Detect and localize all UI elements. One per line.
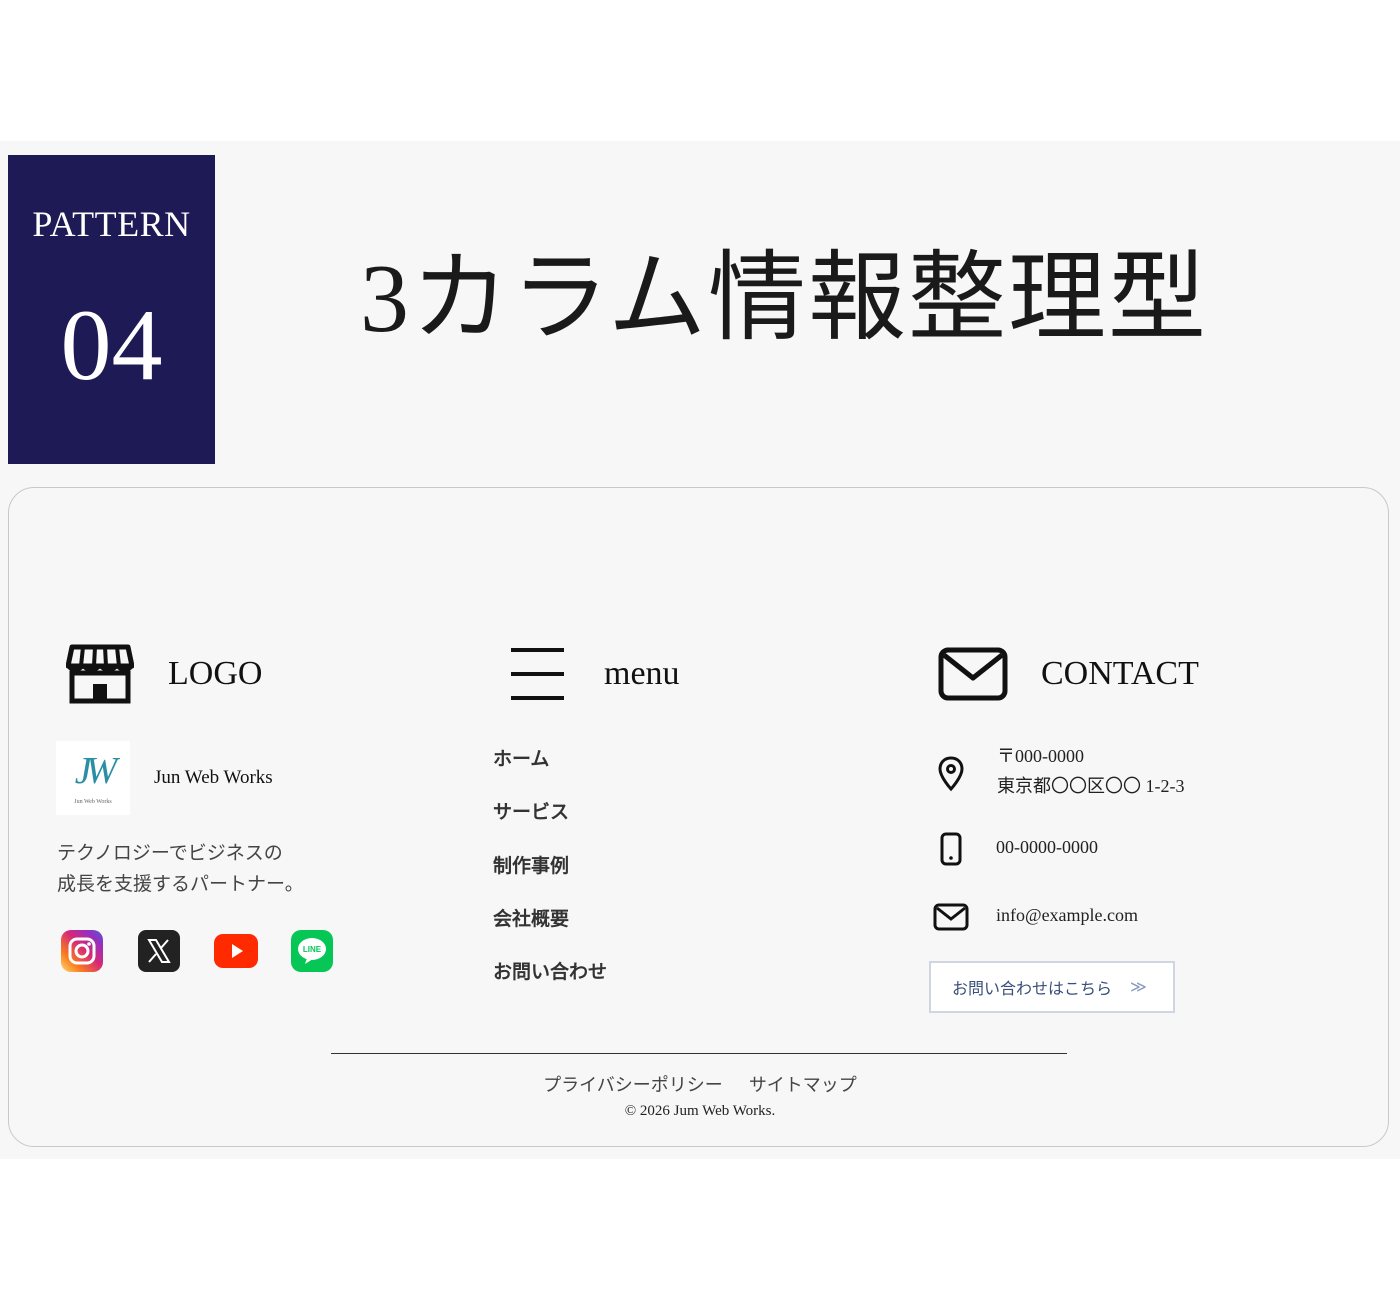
phone-row: 00-0000-0000 <box>940 832 1098 866</box>
menu-item-contact[interactable]: お問い合わせ <box>493 957 607 984</box>
contact-cta-button[interactable]: お問い合わせはこちら ≫ <box>929 961 1175 1013</box>
street-address: 東京都〇〇区〇〇 1-2-3 <box>997 776 1185 796</box>
email-row: info@example.com <box>933 903 1138 931</box>
brand-logo-monogram: JW <box>74 750 118 792</box>
menu-item-home[interactable]: ホーム <box>493 744 549 771</box>
footer-card <box>8 487 1389 1147</box>
tagline-line: テクノロジーでビジネスの <box>57 843 283 864</box>
footer-divider <box>331 1053 1067 1054</box>
pattern-label: PATTERN <box>32 204 191 244</box>
youtube-icon[interactable] <box>214 934 258 968</box>
menu-column-heading: menu <box>510 646 680 702</box>
menu-item-service[interactable]: サービス <box>493 797 569 824</box>
menu-heading: menu <box>604 655 680 692</box>
mail-icon <box>938 647 1008 701</box>
logo-column-heading: LOGO <box>66 644 262 704</box>
tagline: テクノロジーでビジネスの 成長を支援するパートナー。 <box>57 838 357 900</box>
email-icon <box>933 903 969 931</box>
line-icon-text: LINE <box>303 945 322 954</box>
double-chevron-right-icon: ≫ <box>1130 979 1147 996</box>
phone-icon <box>940 832 962 866</box>
postal-code: 〒000-0000 <box>997 746 1084 766</box>
brand: JW Jun Web Works Jun Web Works <box>56 741 273 815</box>
email-address[interactable]: info@example.com <box>996 900 1138 930</box>
contact-heading: CONTACT <box>1041 655 1199 692</box>
brand-logo-caption: Jun Web Works <box>74 799 112 805</box>
address-text: 〒000-0000 東京都〇〇区〇〇 1-2-3 <box>997 741 1185 801</box>
address-row: 〒000-0000 東京都〇〇区〇〇 1-2-3 <box>937 746 1185 801</box>
pattern-badge: PATTERN 04 <box>8 155 215 464</box>
cta-label: お問い合わせはこちら <box>952 981 1113 998</box>
contact-column-heading: CONTACT <box>938 646 1199 702</box>
sitemap-link[interactable]: サイトマップ <box>749 1075 857 1095</box>
brand-logo[interactable]: JW Jun Web Works <box>56 741 130 815</box>
menu-item-company[interactable]: 会社概要 <box>493 904 569 931</box>
line-icon[interactable]: LINE <box>291 930 333 972</box>
page-title: 3カラム情報整理型 <box>360 245 1209 353</box>
map-pin-icon <box>938 756 964 792</box>
legal-links: プライバシーポリシー サイトマップ <box>0 1071 1400 1097</box>
hamburger-icon <box>511 648 564 700</box>
menu-item-works[interactable]: 制作事例 <box>493 851 569 878</box>
logo-heading: LOGO <box>168 655 263 692</box>
pattern-number: 04 <box>60 289 163 402</box>
store-icon <box>66 644 134 704</box>
privacy-policy-link[interactable]: プライバシーポリシー <box>543 1075 723 1095</box>
tagline-line: 成長を支援するパートナー。 <box>57 874 304 895</box>
brand-name: Jun Web Works <box>154 767 273 788</box>
phone-number[interactable]: 00-0000-0000 <box>996 832 1098 862</box>
copyright: © 2026 Jum Web Works. <box>624 1103 776 1119</box>
instagram-icon[interactable] <box>61 930 103 972</box>
x-icon[interactable] <box>138 930 180 972</box>
